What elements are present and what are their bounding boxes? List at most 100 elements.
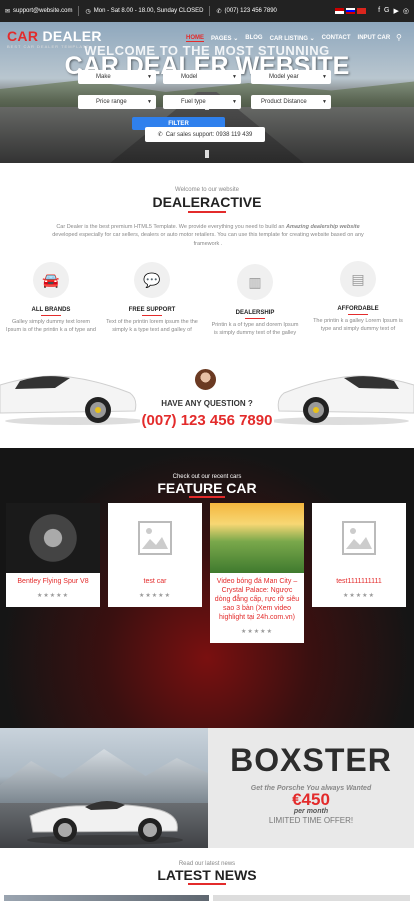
car-title[interactable]: Video bóng đá Man City – Crystal Palace:… [210,573,304,622]
feature-affordable: ▤ AFFORDABLE The printin k a galley Lore… [312,261,404,334]
nav-contact[interactable]: CONTACT [322,35,351,42]
nav-pages-label: PAGES [211,36,232,42]
car-card-3[interactable]: Video bóng đá Man City – Crystal Palace:… [210,503,304,644]
feature-title: DEALERSHIP [235,310,275,316]
google-icon[interactable]: G [384,7,389,15]
rating-stars: ★★★★★ [241,629,273,636]
about-desc-2: developed especially for car sellers, de… [52,232,364,247]
nav-car-listing-label: CAR LISTING [269,36,308,42]
make-select[interactable]: Make ▼ [78,70,156,84]
nav-pages[interactable]: PAGES ⌄ [211,35,238,42]
car-thumbnail[interactable] [210,503,304,573]
news-image-2[interactable] [213,895,410,901]
feature-underline [245,318,265,319]
phone-icon: ✆ [157,132,163,138]
feature-underline [348,314,368,315]
flag-icon-vn[interactable] [357,8,367,14]
feature-all-brands: 🚘 ALL BRANDS Galley simply dummy text lo… [5,262,97,335]
model-select[interactable]: Model ▼ [163,70,241,84]
divider [78,6,80,16]
flag-icon-2[interactable] [346,8,356,14]
fuel-type-select[interactable]: Fuel type ▼ [163,95,241,109]
caret-down-icon: ▼ [322,74,327,80]
sales-support[interactable]: ✆ Car sales support: 0938 119 439 [145,127,265,142]
feature-free-support: 💬 FREE SUPPORT Text of the printin lorem… [106,262,198,335]
logo-dealer-text: DEALER [42,28,102,44]
rating-stars: ★★★★★ [37,593,69,600]
nav-home[interactable]: HOME [186,35,204,42]
chevron-down-icon: ⌄ [309,36,315,42]
feature-desc: Galley simply dummy text lorem Ipsum is … [6,319,96,334]
phone-text: (007) 123 456 7890 [224,8,277,14]
feature-dealership: ▥ DEALERSHIP Printin k a of type and dor… [209,264,301,338]
car-card-2[interactable]: test car ★★★★★ [108,503,202,608]
clock-icon: ◷ [85,8,91,15]
select-label: Model [181,74,198,80]
envelope-icon: ✉ [5,8,11,15]
hero-section: CAR DEALER BEST CAR DEALER TEMPLATE HOME… [0,22,414,163]
language-flags [335,8,367,14]
hours-item: ◷ Mon - Sat 8.00 - 18.00, Sunday CLOSED [85,8,203,15]
product-distance-select[interactable]: Product Distance ▼ [251,95,331,109]
divider [209,6,211,16]
avatar [193,367,218,392]
top-bar: ✉ support@website.com ◷ Mon - Sat 8.00 - 1… [0,0,414,22]
feature-desc: The printin k a galley Lorem Ipsum is ty… [313,318,403,333]
flag-icon-1[interactable] [335,8,345,14]
instagram-icon[interactable]: ◎ [403,7,409,15]
about-subtitle: Welcome to our website [175,187,239,193]
promo-title: BOXSTER [230,742,392,778]
promo-image [0,728,208,848]
contact-phone[interactable]: (007) 123 456 7890 [0,412,414,429]
white-convertible [27,800,183,845]
select-label: Model year [269,74,299,80]
rating-stars: ★★★★★ [343,593,375,600]
car-title[interactable]: Bentley Flying Spur V8 [6,573,100,586]
select-label: Fuel type [181,99,206,105]
car-card-4[interactable]: test1111111111 ★★★★★ [312,503,406,608]
search-icon[interactable]: ⚲ [396,33,402,42]
car-title[interactable]: test car [108,573,202,586]
chat-icon: 💬 [134,262,170,298]
featured-title: FEATURE CAR [157,480,257,496]
price-range-select[interactable]: Price range ▼ [78,95,156,109]
chevron-down-icon: ⌄ [233,36,239,42]
image-placeholder-icon[interactable] [312,503,406,573]
select-label: Product Distance [261,99,307,105]
title-underline [188,883,226,885]
social-links: f G ▶ ◎ [378,7,409,15]
caret-down-icon: ▼ [147,74,152,80]
caret-down-icon: ▼ [147,99,152,105]
car-card-1[interactable]: Bentley Flying Spur V8 ★★★★★ [6,503,100,608]
nav-input-car[interactable]: INPUT CAR [358,35,391,42]
about-desc-em: Amazing dealership website [286,224,360,230]
promo-limited: LIMITED TIME OFFER! [268,816,354,825]
title-underline [188,211,226,213]
news-image-1[interactable] [4,895,209,901]
nav-blog[interactable]: BLOG [245,35,262,42]
news-title: LATEST NEWS [157,867,257,883]
email-item[interactable]: ✉ support@website.com [5,8,72,15]
about-desc-1: Car Dealer is the best premium HTML5 Tem… [56,224,285,230]
email-text: support@website.com [13,8,73,14]
rating-stars: ★★★★★ [139,593,171,600]
about-title: DEALERACTIVE [152,194,262,210]
car-title[interactable]: test1111111111 [312,573,406,586]
featured-section: Check out our recent cars FEATURE CAR Be… [0,448,414,728]
phone-icon: ✆ [216,8,222,15]
image-placeholder-icon[interactable] [108,503,202,573]
model-year-select[interactable]: Model year ▼ [251,70,331,84]
phone-item[interactable]: ✆ (007) 123 456 7890 [216,8,276,15]
feature-title: FREE SUPPORT [128,307,176,313]
promo-per-month: per month [293,808,329,815]
main-nav: HOME PAGES ⌄ BLOG CAR LISTING ⌄ CONTACT … [186,35,390,42]
youtube-icon[interactable]: ▶ [394,7,399,15]
nav-car-listing[interactable]: CAR LISTING ⌄ [270,35,315,42]
caret-down-icon: ▼ [232,99,237,105]
support-text: Car sales support: 0938 119 439 [165,131,253,138]
hours-text: Mon - Sat 8.00 - 18.00, Sunday CLOSED [93,8,204,14]
select-label: Make [96,74,111,80]
feature-underline [41,315,61,316]
facebook-icon[interactable]: f [378,7,380,15]
car-thumbnail[interactable] [6,503,100,573]
